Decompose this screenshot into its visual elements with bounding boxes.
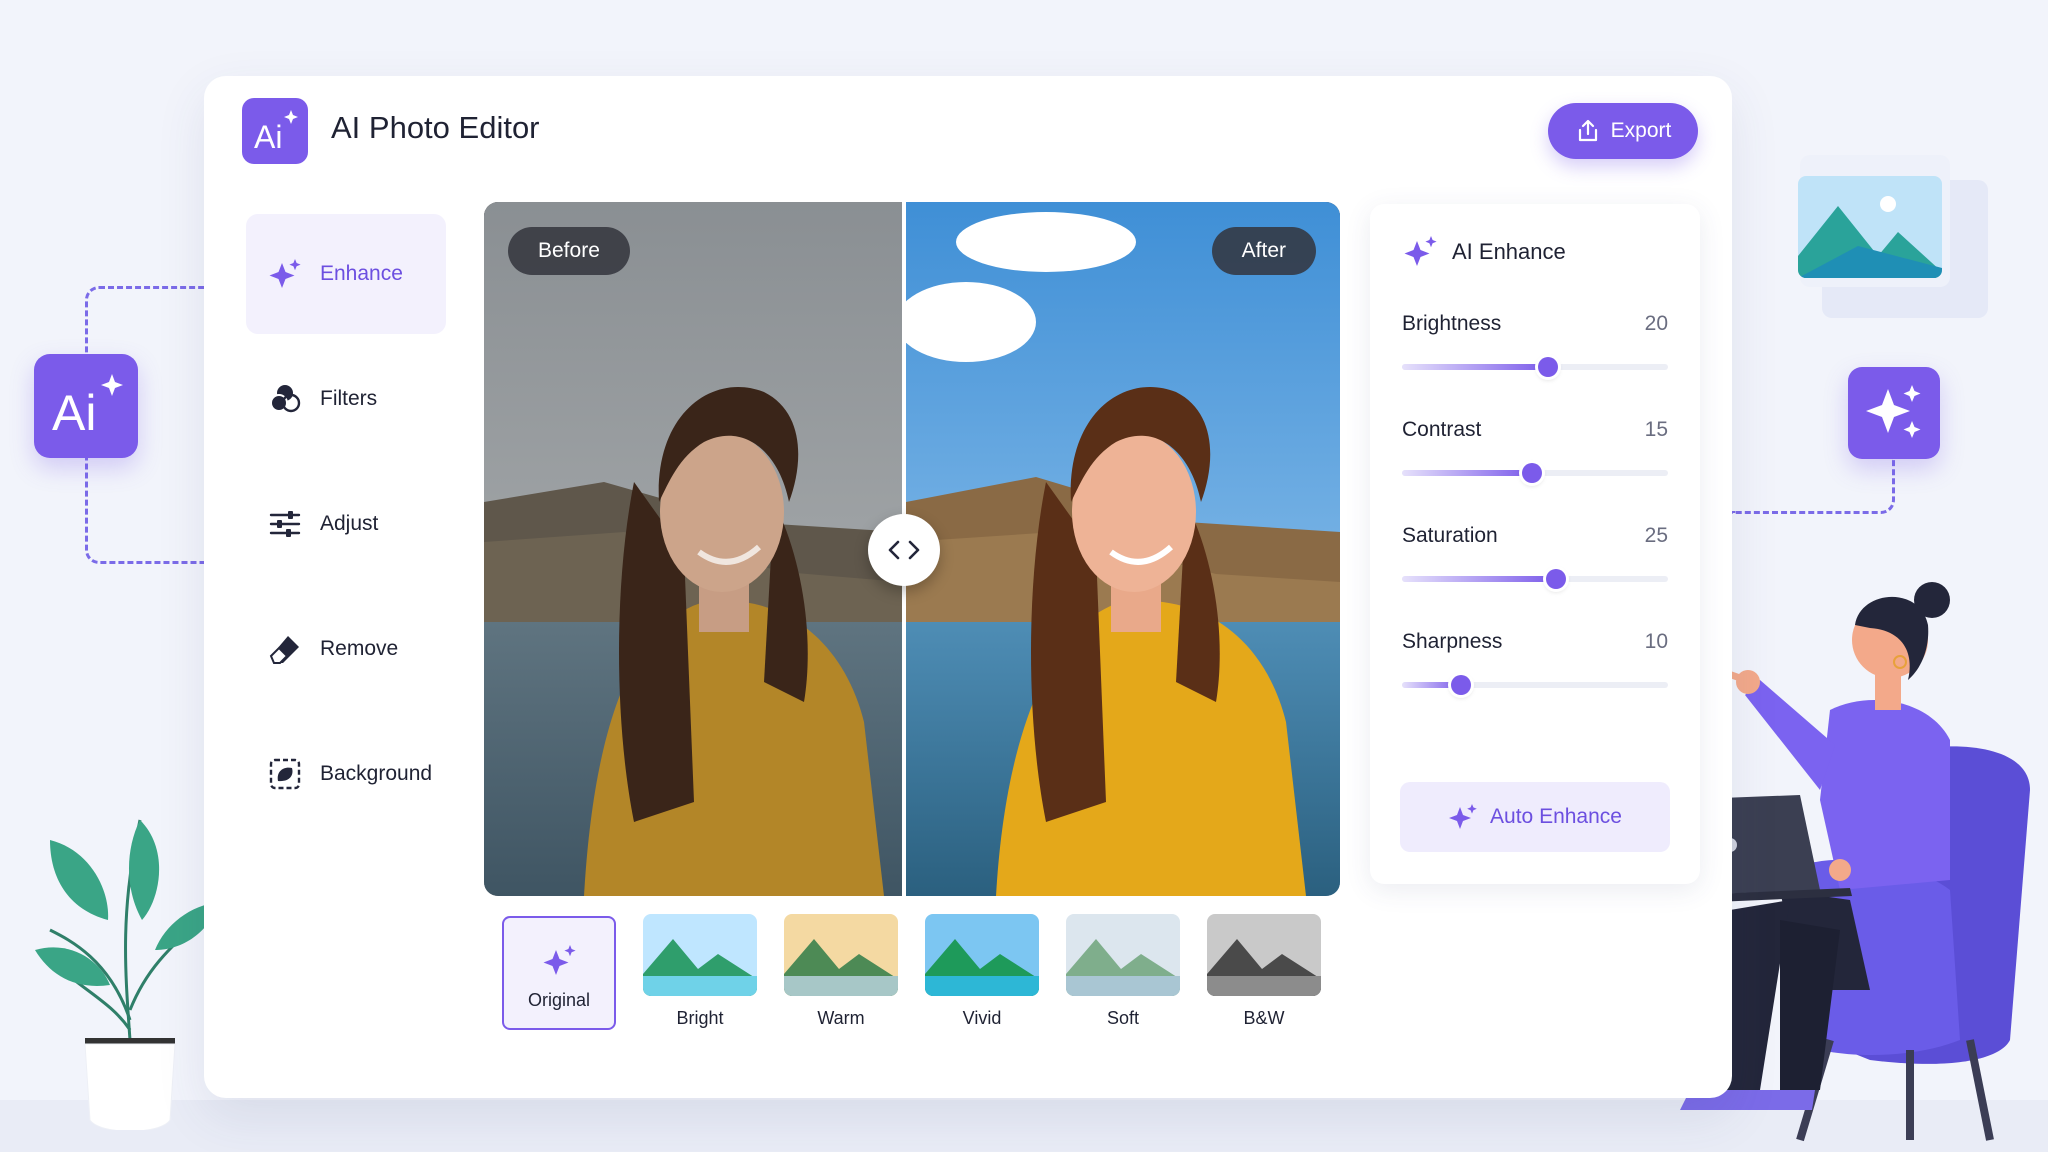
ai-sparkle-icon: Ai bbox=[254, 110, 298, 155]
share-export-icon bbox=[1578, 119, 1597, 142]
app-title: AI Photo Editor bbox=[331, 110, 540, 145]
filter-warm[interactable]: Warm bbox=[784, 914, 898, 1029]
filter-label: Bright bbox=[676, 1008, 724, 1028]
svg-text:Ai: Ai bbox=[52, 385, 96, 441]
filters-icon bbox=[270, 385, 301, 413]
slider-track[interactable] bbox=[1402, 463, 1668, 483]
sidebar-item-filters[interactable]: Filters bbox=[246, 339, 446, 459]
panel-header: AI Enhance bbox=[1402, 234, 1566, 270]
eraser-icon bbox=[269, 636, 299, 664]
filter-presets: Original Bright Warm Vivid Soft B&W bbox=[486, 914, 1338, 1044]
before-after-compare: Before After bbox=[484, 202, 1340, 896]
slider-value: 20 bbox=[1644, 312, 1668, 335]
filter-thumbnail bbox=[1207, 914, 1321, 996]
filter-vivid[interactable]: Vivid bbox=[925, 914, 1039, 1029]
sparkle-icon bbox=[543, 945, 576, 975]
sliders-icon bbox=[269, 511, 301, 537]
slider-fill bbox=[1402, 576, 1557, 582]
sparkle-badge-right bbox=[1848, 367, 1940, 459]
slider-track[interactable] bbox=[1402, 569, 1668, 589]
landscape-photo-icon bbox=[1798, 176, 1942, 278]
ai-badge-left: Ai bbox=[34, 354, 138, 458]
export-button[interactable]: Export bbox=[1548, 103, 1698, 159]
sparkle-icon bbox=[1866, 385, 1921, 438]
panel-title: AI Enhance bbox=[1452, 239, 1566, 264]
plant-illustration bbox=[35, 819, 222, 1130]
slider-knob[interactable] bbox=[1450, 675, 1471, 695]
filter-label: Warm bbox=[817, 1008, 865, 1028]
filter-bright[interactable]: Bright bbox=[643, 914, 757, 1029]
before-label: Before bbox=[508, 227, 630, 275]
slider-value: 15 bbox=[1644, 418, 1668, 441]
dashed-connector-right bbox=[1732, 459, 1895, 514]
after-image bbox=[906, 202, 1340, 896]
slider-fill bbox=[1402, 364, 1549, 370]
filter-thumbnail bbox=[925, 914, 1039, 996]
sidebar-item-remove[interactable]: Remove bbox=[246, 589, 446, 709]
filter-label: B&W bbox=[1243, 1008, 1285, 1028]
app-logo: Ai bbox=[242, 98, 308, 164]
slider-label: Contrast bbox=[1402, 418, 1482, 441]
auto-enhance-label: Auto Enhance bbox=[1490, 805, 1622, 828]
background-select-icon bbox=[269, 758, 301, 790]
tool-sidebar: Enhance Filters Adjust Remove Background bbox=[234, 200, 460, 820]
filter-bw[interactable]: B&W bbox=[1207, 914, 1321, 1029]
before-image bbox=[484, 202, 902, 896]
sparkle-icon bbox=[269, 259, 301, 288]
slider-knob[interactable] bbox=[1546, 569, 1567, 589]
ai-sparkle-icon: Ai bbox=[52, 374, 123, 441]
filter-original[interactable]: Original bbox=[502, 916, 616, 1030]
auto-enhance-button[interactable]: Auto Enhance bbox=[1400, 782, 1670, 852]
filter-thumbnail bbox=[643, 914, 757, 996]
slider-knob[interactable] bbox=[1538, 357, 1559, 377]
filter-label: Vivid bbox=[962, 1008, 1002, 1028]
slider-knob[interactable] bbox=[1522, 463, 1543, 483]
contrast-slider: Contrast 15 bbox=[1402, 418, 1668, 483]
slider-label: Sharpness bbox=[1402, 630, 1503, 653]
svg-text:Ai: Ai bbox=[254, 119, 282, 155]
sidebar-item-label: Remove bbox=[320, 637, 399, 660]
sidebar-item-label: Filters bbox=[320, 387, 378, 410]
sparkle-icon bbox=[1404, 236, 1437, 266]
slider-value: 10 bbox=[1644, 630, 1668, 653]
sharpness-slider: Sharpness 10 bbox=[1402, 630, 1668, 695]
export-button-label: Export bbox=[1610, 119, 1672, 142]
slider-track[interactable] bbox=[1402, 675, 1668, 695]
filter-thumbnail bbox=[784, 914, 898, 996]
brightness-slider: Brightness 20 bbox=[1402, 312, 1668, 377]
filter-label: Original bbox=[527, 990, 591, 1010]
app-window: Ai AI Photo Editor Export Enhance Filter… bbox=[204, 76, 1732, 1098]
compare-drag-handle[interactable] bbox=[868, 514, 940, 586]
chevron-left-right-icon bbox=[888, 540, 920, 560]
after-label: After bbox=[1211, 227, 1316, 275]
ai-enhance-panel: AI Enhance Brightness 20 Contrast 15 Sat… bbox=[1370, 204, 1700, 884]
slider-label: Saturation bbox=[1402, 524, 1498, 547]
slider-value: 25 bbox=[1644, 524, 1668, 547]
sidebar-item-enhance[interactable]: Enhance bbox=[246, 214, 446, 334]
sidebar-item-label: Adjust bbox=[320, 512, 379, 535]
sparkle-icon bbox=[1449, 804, 1477, 829]
filter-thumbnail bbox=[1066, 914, 1180, 996]
saturation-slider: Saturation 25 bbox=[1402, 524, 1668, 589]
slider-track[interactable] bbox=[1402, 357, 1668, 377]
sidebar-item-adjust[interactable]: Adjust bbox=[246, 464, 446, 584]
sidebar-item-label: Enhance bbox=[320, 262, 403, 285]
filter-soft[interactable]: Soft bbox=[1066, 914, 1180, 1029]
sidebar-item-background[interactable]: Background bbox=[246, 714, 446, 834]
slider-fill bbox=[1402, 470, 1533, 476]
filter-label: Soft bbox=[1106, 1008, 1140, 1028]
sidebar-item-label: Background bbox=[320, 762, 433, 785]
slider-label: Brightness bbox=[1402, 312, 1502, 335]
